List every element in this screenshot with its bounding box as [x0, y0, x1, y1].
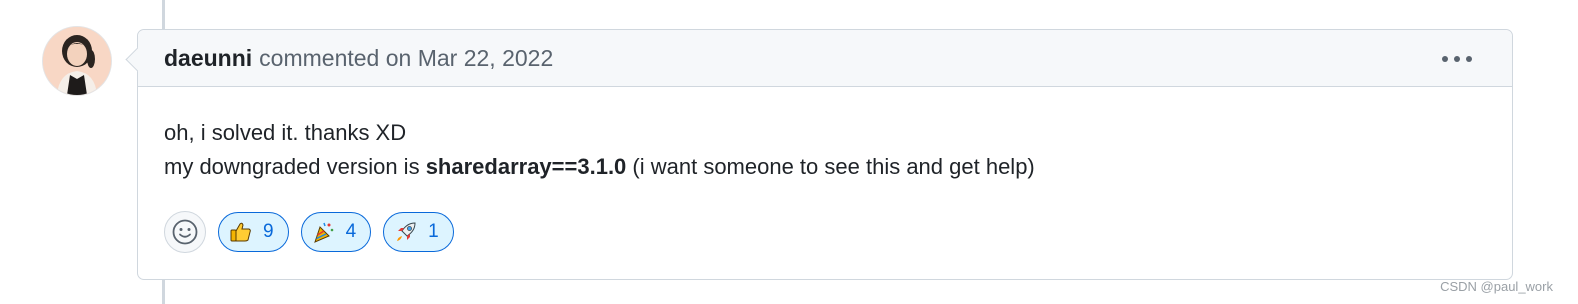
dot	[1466, 56, 1472, 62]
comment-text: my downgraded version is	[164, 154, 426, 179]
reaction-rocket[interactable]: 1	[383, 212, 454, 252]
thumbs-up-icon	[229, 220, 253, 244]
reaction-count: 4	[345, 221, 357, 242]
comment-box: daeunni commented on Mar 22, 2022 oh, i …	[125, 29, 1513, 280]
reactions-bar: 9 4 1	[164, 211, 454, 253]
dot	[1454, 56, 1460, 62]
author-link[interactable]: daeunni	[164, 45, 252, 72]
party-popper-icon	[312, 220, 336, 244]
package-version: sharedarray==3.1.0	[425, 154, 627, 179]
comment-text: (i want someone to see this and get help…	[626, 154, 1035, 179]
comment-header: daeunni commented on Mar 22, 2022	[138, 30, 1512, 87]
add-reaction-button[interactable]	[164, 211, 206, 253]
rocket-icon	[394, 220, 418, 244]
reaction-count: 1	[428, 221, 439, 242]
dot	[1442, 56, 1448, 62]
reaction-thumbs-up[interactable]: 9	[218, 212, 289, 252]
comment-line: my downgraded version is sharedarray==3.…	[164, 150, 1486, 184]
issue-timeline: daeunni commented on Mar 22, 2022 oh, i …	[0, 0, 1578, 304]
comment-line: oh, i solved it. thanks XD	[164, 120, 407, 145]
reaction-hooray[interactable]: 4	[300, 212, 372, 252]
kebab-horizontal-icon[interactable]	[1442, 52, 1472, 66]
comment-body: oh, i solved it. thanks XD my downgraded…	[138, 87, 1512, 184]
reaction-count: 9	[263, 221, 274, 242]
comment-timestamp[interactable]: commented on Mar 22, 2022	[259, 45, 553, 72]
smiley-icon	[172, 219, 198, 245]
watermark: CSDN @paul_work	[1440, 279, 1553, 294]
avatar[interactable]	[43, 27, 111, 95]
